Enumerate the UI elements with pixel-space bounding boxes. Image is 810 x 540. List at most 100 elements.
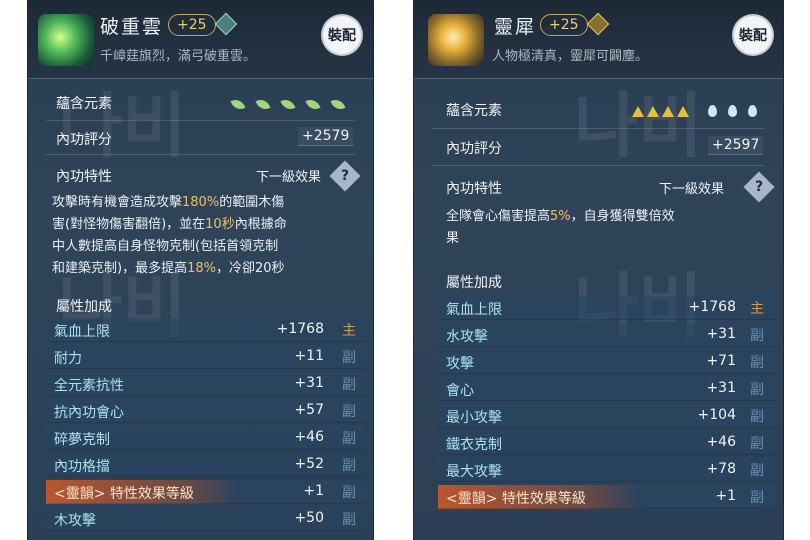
card-header: 靈犀 +25 人物極清真，靈犀可闢塵。 裝配 [414, 0, 783, 79]
level-badge: +25 [168, 14, 216, 36]
gold-element-icon [632, 106, 644, 117]
card-header: 破重雲 +25 千嶂莛旗烈，滿弓破重雲。 裝配 [28, 0, 373, 79]
divider [432, 128, 765, 129]
wood-element-icon [230, 96, 246, 113]
sub-stat-tag: 副 [342, 431, 356, 447]
attribute-name: 氣血上限 [446, 302, 502, 318]
next-level-effect-link[interactable]: 下一級效果 [659, 178, 724, 197]
attribute-value: +31 [706, 380, 736, 396]
attribute-name: <靈韻> 特性效果等級 [446, 491, 586, 507]
wind-skill-icon [38, 14, 94, 66]
gem-icon [214, 12, 238, 36]
elements-label: 蘊含元素 [446, 103, 502, 119]
attribute-name: 攻擊 [446, 356, 474, 372]
attribute-value: +1768 [276, 321, 324, 337]
sub-stat-tag: 副 [750, 463, 764, 479]
sub-stat-tag: 副 [750, 409, 764, 425]
element-icons [230, 96, 358, 115]
skill-card-left: 나비 나비 破重雲 +25 千嶂莛旗烈，滿弓破重雲。 裝配 蘊含元素 內功評分 … [27, 0, 374, 540]
divider [432, 165, 765, 166]
main-stat-tag: 主 [342, 323, 356, 339]
attribute-value: +31 [706, 326, 736, 342]
rhino-horn-skill-icon [428, 14, 484, 66]
attribute-row: 內功格擋 +52 副 [46, 453, 366, 477]
attribute-name: 水攻擊 [446, 329, 488, 345]
attribute-row: 最大攻擊 +78 副 [438, 458, 776, 482]
water-element-icon [708, 105, 718, 117]
attribute-row: 攻擊 +71 副 [438, 350, 776, 374]
help-icon[interactable]: ? [743, 171, 775, 203]
main-stat-tag: 主 [750, 301, 764, 317]
sub-stat-tag: 副 [342, 404, 356, 420]
attribute-row: 會心 +31 副 [438, 377, 776, 401]
attribute-value: +71 [706, 353, 736, 369]
attribute-value: +11 [294, 348, 324, 364]
trait-label: 內功特性 [56, 169, 112, 185]
wood-element-icon [255, 96, 271, 113]
sub-stat-tag: 副 [750, 382, 764, 398]
attribute-name: 耐力 [54, 351, 82, 367]
attribute-name: 內功格擋 [54, 459, 110, 475]
gem-icon [586, 12, 610, 36]
equip-button[interactable]: 裝配 [734, 16, 772, 54]
divider [46, 154, 355, 155]
water-element-icon [748, 105, 758, 117]
attribute-row: 氣血上限 +1768 主 [438, 296, 776, 320]
attribute-row: <靈韻> 特性效果等級 +1 副 [46, 480, 366, 504]
sub-stat-tag: 副 [750, 328, 764, 344]
attribute-value: +104 [697, 407, 736, 423]
skill-card-right: 나비 나비 靈犀 +25 人物極清真，靈犀可闢塵。 裝配 蘊含元素 內功評分 +… [413, 0, 784, 540]
attribute-value: +1 [715, 488, 736, 504]
attribute-name: 全元素抗性 [54, 378, 124, 394]
attribute-value: +46 [294, 429, 324, 445]
next-level-effect-link[interactable]: 下一級效果 [256, 166, 321, 185]
sub-stat-tag: 副 [750, 436, 764, 452]
water-element-icon [728, 105, 738, 117]
skill-description: 千嶂莛旗烈，滿弓破重雲。 [100, 49, 257, 64]
attribute-row: 全元素抗性 +31 副 [46, 372, 366, 396]
attribute-name: 抗內功會心 [54, 405, 124, 421]
attribute-name: 氣血上限 [54, 324, 110, 340]
attribute-row: <靈韻> 特性效果等級 +1 副 [438, 485, 776, 509]
wood-element-icon [330, 96, 346, 113]
score-value: +2579 [298, 127, 354, 146]
attribute-value: +1 [303, 483, 324, 499]
attribute-name: 碎夢克制 [54, 432, 110, 448]
attribute-value: +52 [294, 456, 324, 472]
score-label: 內功評分 [56, 132, 112, 148]
attribute-value: +78 [706, 461, 736, 477]
attributes-title: 屬性加成 [446, 275, 502, 291]
attribute-name: 最大攻擊 [446, 464, 502, 480]
elements-label: 蘊含元素 [56, 96, 112, 112]
sub-stat-tag: 副 [342, 350, 356, 366]
score-label: 內功評分 [446, 141, 502, 157]
attribute-name: 最小攻擊 [446, 410, 502, 426]
attribute-row: 耐力 +11 副 [46, 345, 366, 369]
skill-name: 靈犀 [494, 16, 537, 38]
attribute-value: +1768 [688, 299, 736, 315]
help-icon[interactable]: ? [329, 160, 361, 192]
trait-label: 內功特性 [446, 181, 502, 197]
attribute-value: +31 [294, 375, 324, 391]
gold-element-icon [677, 106, 689, 117]
sub-stat-tag: 副 [342, 377, 356, 393]
attribute-value: +46 [706, 434, 736, 450]
attribute-name: 木攻擊 [54, 513, 96, 529]
attribute-value: +50 [294, 510, 324, 526]
wood-element-icon [280, 96, 296, 113]
attribute-value: +57 [294, 402, 324, 418]
skill-description: 人物極清真，靈犀可闢塵。 [492, 49, 649, 64]
attributes-title: 屬性加成 [56, 299, 112, 315]
level-badge: +25 [540, 14, 588, 36]
trait-description: 全隊會心傷害提高5%，自身獲得雙倍效 果 [446, 209, 675, 246]
sub-stat-tag: 副 [750, 355, 764, 371]
attribute-name: 鐵衣克制 [446, 437, 502, 453]
sub-stat-tag: 副 [342, 458, 356, 474]
sub-stat-tag: 副 [342, 512, 356, 528]
gold-element-icon [662, 106, 674, 117]
equip-button[interactable]: 裝配 [323, 16, 361, 54]
attribute-row: 鐵衣克制 +46 副 [438, 431, 776, 455]
attribute-row: 氣血上限 +1768 主 [46, 318, 366, 342]
attribute-row: 最小攻擊 +104 副 [438, 404, 776, 428]
element-icons [632, 102, 758, 121]
